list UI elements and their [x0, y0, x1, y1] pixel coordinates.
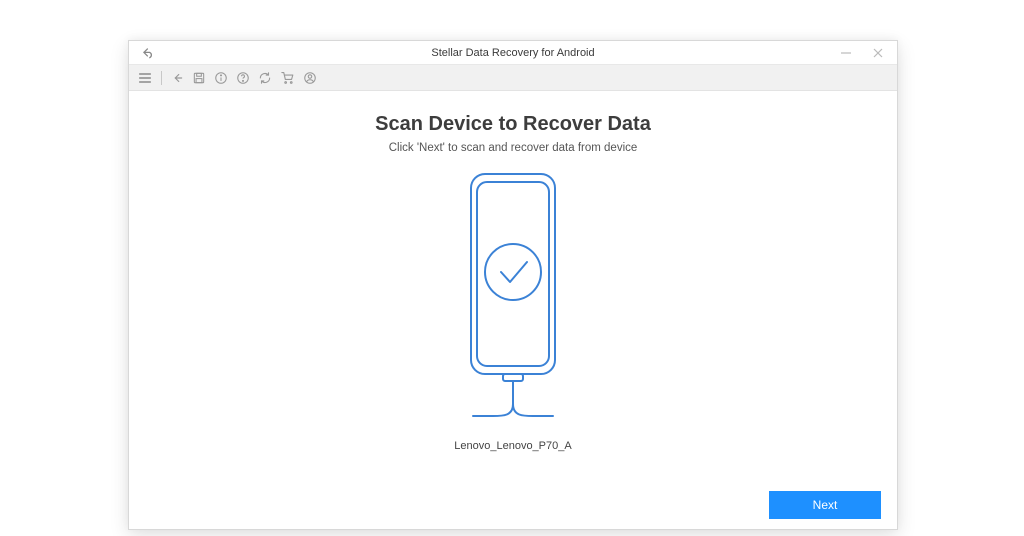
minimize-icon[interactable] — [839, 46, 853, 60]
info-icon[interactable] — [214, 68, 228, 88]
toolbar-divider — [161, 71, 162, 85]
window-controls — [839, 41, 895, 65]
close-icon[interactable] — [871, 46, 885, 60]
menu-icon[interactable] — [137, 68, 153, 88]
user-icon[interactable] — [303, 68, 317, 88]
device-label: Lenovo_Lenovo_P70_A — [454, 440, 571, 452]
cart-icon[interactable] — [280, 68, 295, 88]
app-window: Stellar Data Recovery for Android — [128, 40, 898, 530]
back-icon[interactable] — [170, 68, 184, 88]
app-back-icon[interactable] — [141, 46, 155, 60]
toolbar — [129, 65, 897, 91]
next-button[interactable]: Next — [769, 491, 881, 519]
phone-illustration — [443, 172, 583, 422]
title-bar: Stellar Data Recovery for Android — [129, 41, 897, 65]
window-title: Stellar Data Recovery for Android — [129, 47, 897, 59]
main-content: Scan Device to Recover Data Click 'Next'… — [129, 91, 897, 489]
page-title: Scan Device to Recover Data — [375, 113, 651, 136]
footer: Next — [129, 489, 897, 529]
refresh-icon[interactable] — [258, 68, 272, 88]
save-icon[interactable] — [192, 68, 206, 88]
page-subtitle: Click 'Next' to scan and recover data fr… — [389, 142, 638, 154]
help-icon[interactable] — [236, 68, 250, 88]
